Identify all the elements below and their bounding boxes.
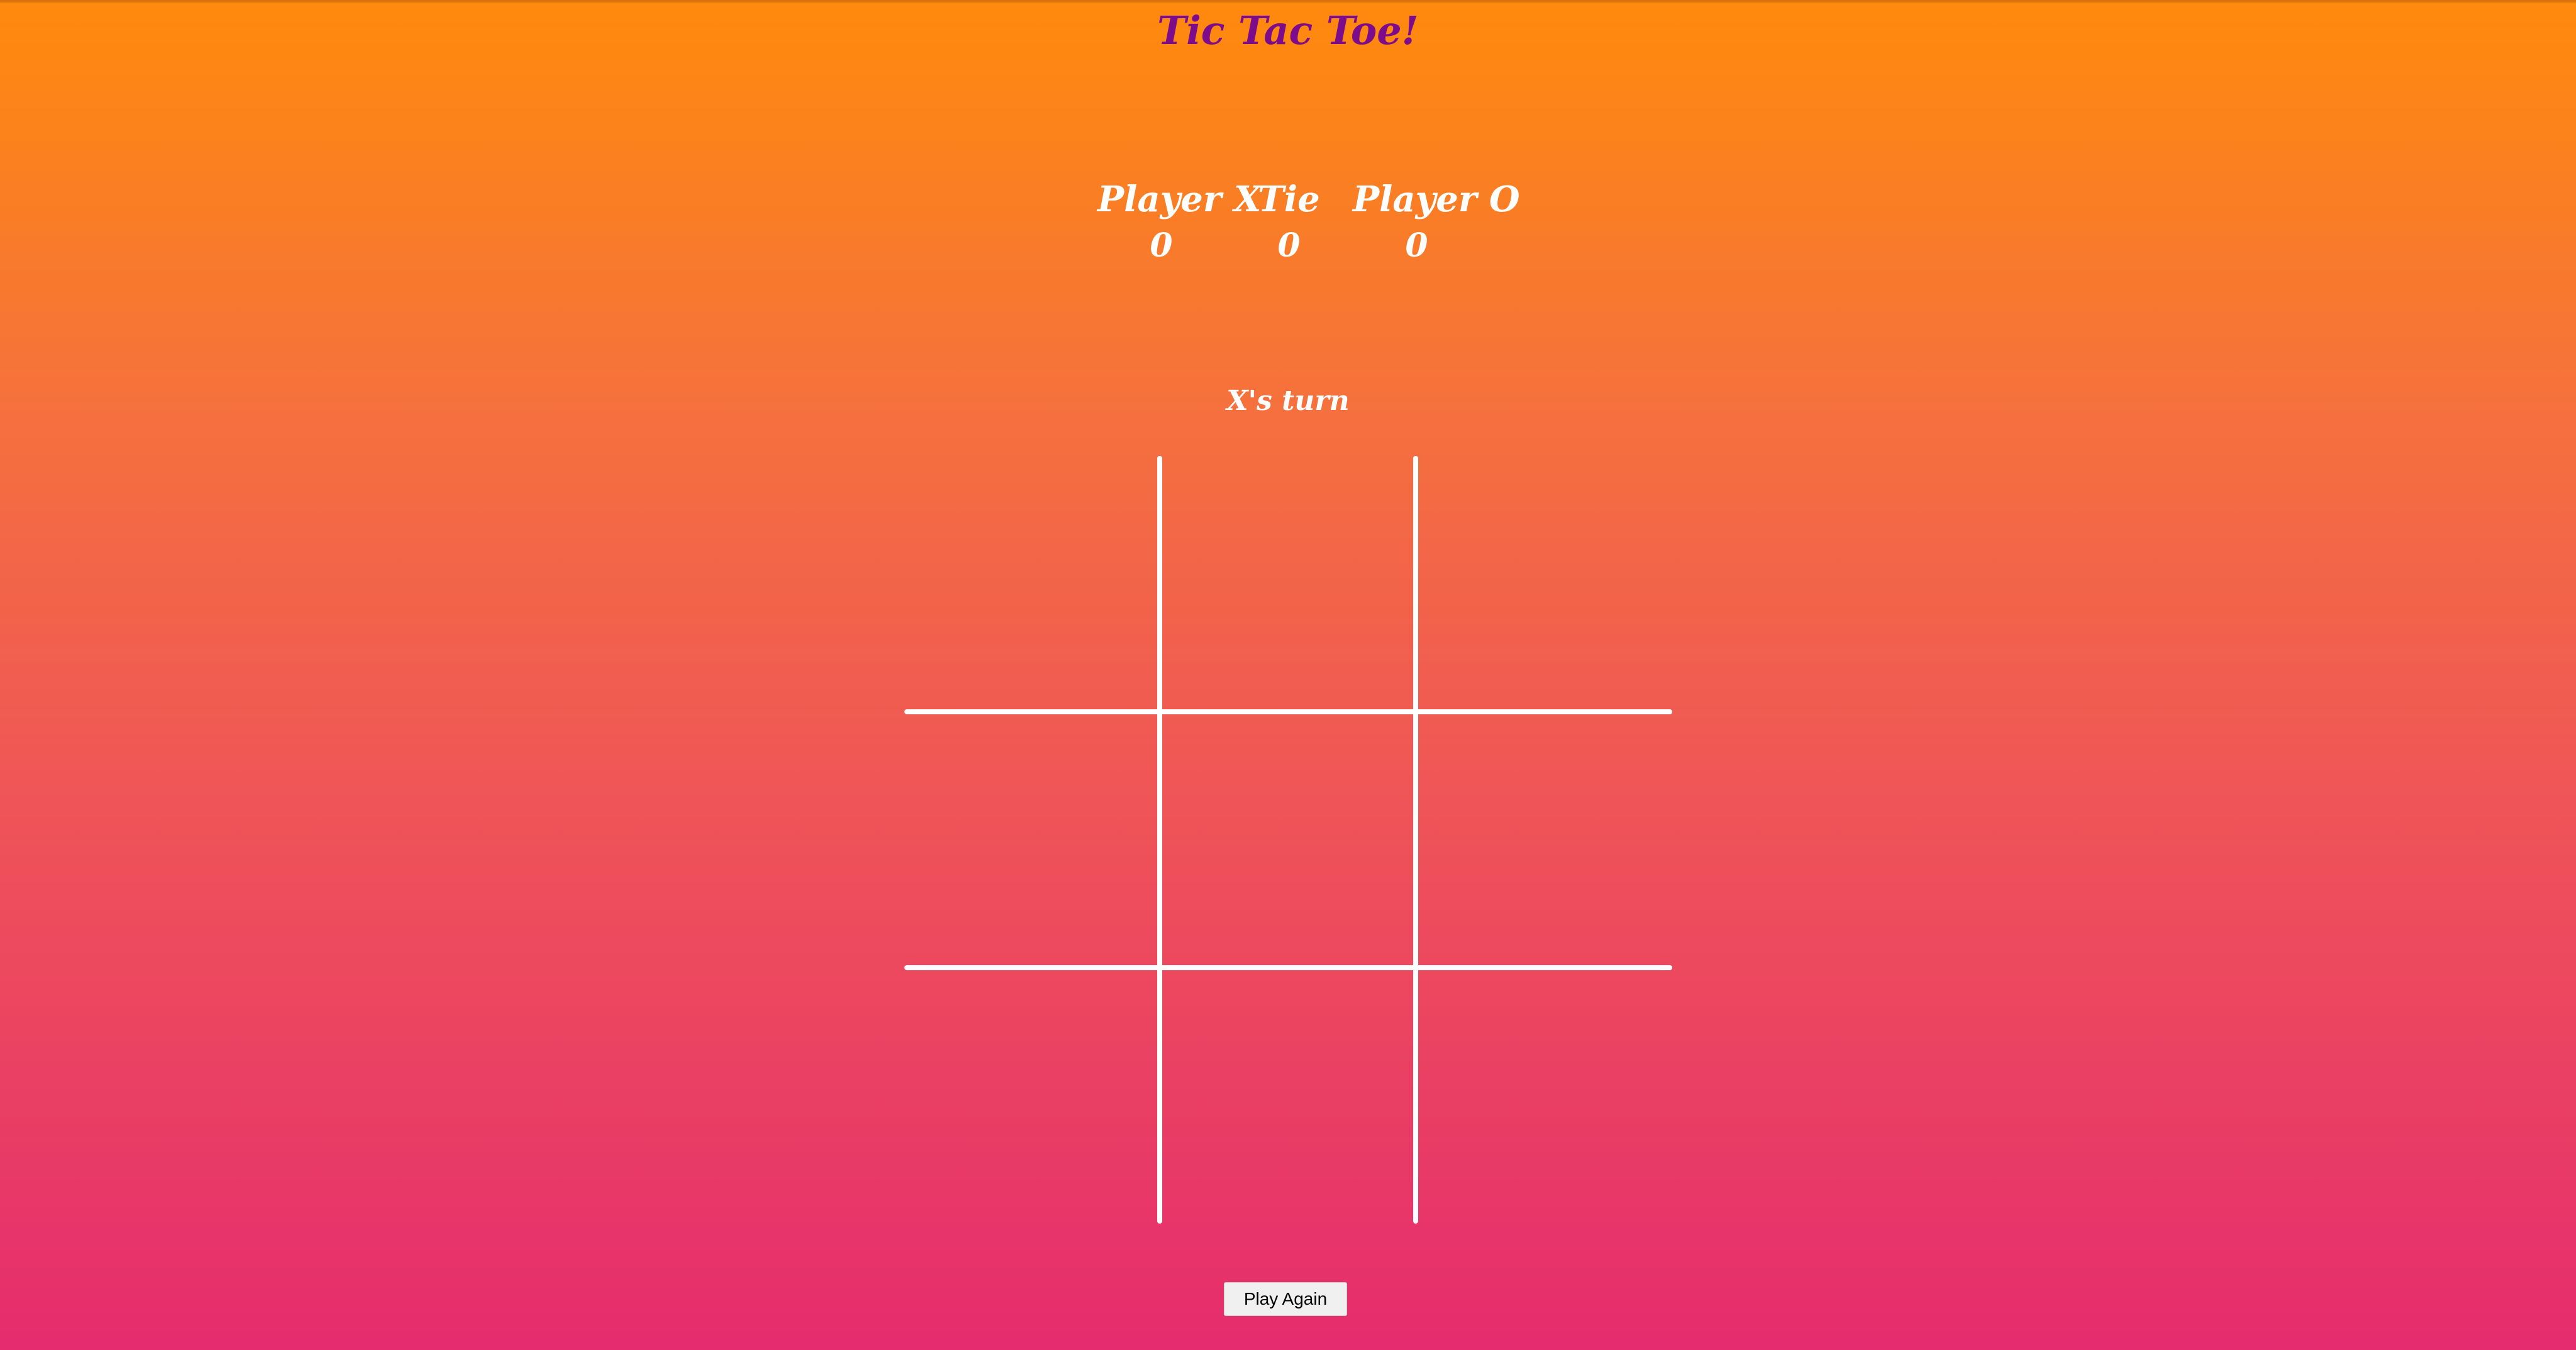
score-tie: Tie 0 — [1225, 176, 1353, 269]
board-cell-6[interactable] — [1416, 712, 1672, 968]
board-cell-1[interactable] — [904, 456, 1160, 712]
page-title: Tic Tac Toe! — [1157, 8, 1419, 53]
board-cell-7[interactable] — [904, 968, 1160, 1224]
play-again-button[interactable]: Play Again — [1224, 1282, 1347, 1316]
board-cell-3[interactable] — [1416, 456, 1672, 712]
board-cell-2[interactable] — [1160, 456, 1416, 712]
board-cell-4[interactable] — [904, 712, 1160, 968]
turn-status: X's turn — [1226, 385, 1350, 417]
grid-line-vertical-1 — [1157, 456, 1162, 1224]
score-value-player-x: 0 — [1150, 226, 1173, 265]
score-player-x: Player X 0 — [1097, 176, 1262, 269]
grid-line-horizontal-1 — [904, 709, 1672, 714]
score-label-tie: Tie — [1258, 179, 1320, 220]
score-value-tie: 0 — [1277, 226, 1301, 265]
scoreboard: Player X 0 Tie 0 Player O 0 — [1097, 176, 1520, 269]
score-label-player-x: Player X — [1097, 179, 1262, 220]
board-cell-8[interactable] — [1160, 968, 1416, 1224]
score-label-player-o: Player O — [1353, 179, 1520, 220]
top-border — [0, 0, 2576, 3]
score-player-o: Player O 0 — [1353, 176, 1520, 269]
board-cell-9[interactable] — [1416, 968, 1672, 1224]
board-cell-5[interactable] — [1160, 712, 1416, 968]
game-board — [904, 456, 1672, 1224]
grid-line-horizontal-2 — [904, 965, 1672, 970]
score-value-player-o: 0 — [1405, 226, 1428, 265]
grid-line-vertical-2 — [1413, 456, 1418, 1224]
